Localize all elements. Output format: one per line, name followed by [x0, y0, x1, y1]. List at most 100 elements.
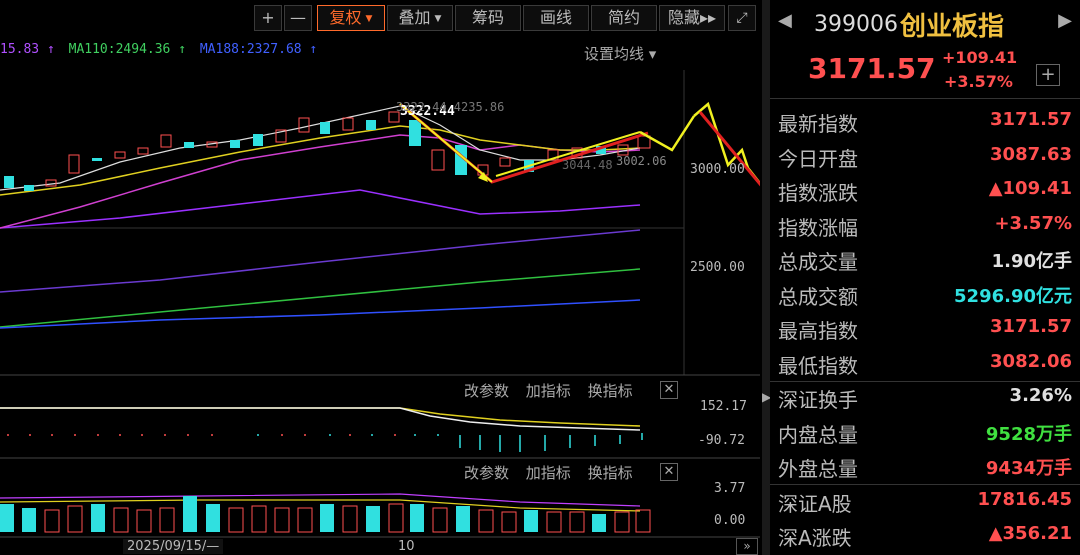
low-price-secondary-label: 3044.48: [562, 158, 613, 172]
quote-row-value: 3087.63: [990, 144, 1072, 165]
candle: [4, 176, 14, 188]
quote-row-label: 今日开盘: [778, 147, 858, 171]
volume-bar: [136, 509, 152, 533]
quote-row-value: 3171.57: [990, 109, 1072, 130]
volume-bar: [251, 505, 267, 533]
quote-row-label: 指数涨跌: [778, 181, 858, 205]
quote-row-value: +3.57%: [994, 213, 1072, 234]
price-change: +109.41: [942, 48, 1018, 67]
price-axis-label: 2500.00: [690, 260, 745, 275]
volume-bar: [546, 511, 562, 533]
add-watchlist-button[interactable]: +: [1036, 64, 1060, 86]
volume-bar: [410, 504, 424, 532]
volume-bar: [159, 507, 175, 533]
ma-line-purple: [0, 189, 641, 229]
candles: [4, 111, 651, 191]
quote-row: 最低指数 3082.06: [770, 346, 1080, 380]
candle: [184, 142, 194, 148]
quote-row-label: 最低指数: [778, 354, 858, 378]
ma-line-violet: [0, 229, 641, 293]
volume-bar: [569, 511, 585, 533]
volume-bar: [478, 509, 494, 533]
quote-row-value: ▲109.41: [988, 178, 1072, 199]
candle: [114, 151, 126, 159]
quote-row-label: 深证A股: [778, 492, 852, 516]
volume-bar: [274, 507, 290, 533]
scroll-right-icon[interactable]: »: [736, 538, 758, 555]
candle: [24, 185, 34, 191]
x-axis-label: 10: [398, 539, 415, 554]
volume-bar: [297, 507, 313, 533]
candle: [320, 122, 330, 134]
volume-bar: [113, 507, 129, 533]
quote-row-label: 深证换手: [778, 388, 858, 412]
volume-bar: [67, 505, 83, 533]
quote-row-value: 3082.06: [990, 351, 1072, 372]
indicator-bars-cyan: [459, 433, 643, 452]
volume-bar: [432, 507, 448, 533]
volume-bar: [524, 510, 538, 532]
zigzag-line: [639, 115, 696, 152]
quote-row: 指数涨幅 +3.57%: [770, 208, 1080, 242]
quote-row: 总成交量 1.90亿手: [770, 242, 1080, 276]
crosshair-date-label: 2025/09/15/—: [123, 539, 224, 554]
volume-bar: [614, 511, 630, 533]
index-code: 399006: [814, 12, 898, 37]
kline-chart-pane[interactable]: + — 复权 ▼ 叠加 ▼ 筹码 画线 简约 隐藏▸▸ ⤢ 15.83 ↑ MA11…: [0, 0, 760, 555]
quote-row-value: 3.26%: [1009, 385, 1072, 406]
quote-row: 外盘总量 9434万手: [770, 449, 1080, 483]
price-change-pct: +3.57%: [944, 72, 1013, 91]
candle: [431, 149, 445, 171]
quote-row: 深A涨跌 ▲356.21: [770, 518, 1080, 552]
price-axis-label: 3000.00: [690, 162, 745, 177]
volume-bar: [183, 496, 197, 532]
volume-bar: [342, 505, 358, 533]
volume-chart: [0, 493, 651, 533]
candle: [45, 179, 57, 187]
panel-divider[interactable]: [762, 0, 770, 555]
quote-row-label: 最新指数: [778, 112, 858, 136]
candle: [298, 117, 310, 133]
high-price-secondary-label: 3322.44 4235.86: [396, 100, 505, 114]
quote-row: 最新指数 3171.57: [770, 104, 1080, 138]
volume-bar: [91, 504, 105, 532]
ma-line-blue: [0, 299, 641, 329]
quote-row: 内盘总量 9528万手: [770, 415, 1080, 449]
candle: [253, 134, 263, 146]
indicator-line-yellow: [0, 407, 641, 427]
quote-row-label: 指数涨幅: [778, 216, 858, 240]
candle: [342, 117, 354, 131]
next-icon[interactable]: ▶: [1058, 10, 1072, 31]
quote-row: 指数涨跌 ▲109.41: [770, 173, 1080, 207]
low-price-label: 3002.06: [616, 154, 667, 168]
volume-bar: [635, 509, 651, 533]
candle: [137, 147, 149, 155]
volume-bar: [456, 506, 470, 532]
ma-line-green: [0, 268, 641, 328]
candle: [499, 157, 511, 167]
quote-row-label: 总成交量: [778, 250, 858, 274]
volume-bar: [44, 509, 60, 533]
volume-bar: [22, 508, 36, 532]
volume-bar: [320, 504, 334, 532]
candle: [68, 154, 80, 174]
previous-icon[interactable]: ◀: [778, 10, 792, 31]
quote-row-value: 17816.45: [977, 489, 1072, 510]
volume-bar: [501, 511, 517, 533]
quote-row-value: 1.90亿手: [991, 251, 1072, 272]
quote-row: 最高指数 3171.57: [770, 311, 1080, 345]
quote-row: 总成交额 5296.90亿元: [770, 277, 1080, 311]
candle: [366, 120, 376, 130]
quote-row-value: 9434万手: [985, 458, 1072, 479]
quote-row: 深证换手 3.26%: [770, 380, 1080, 414]
candle: [160, 134, 172, 148]
quote-row-value: ▲356.21: [988, 523, 1072, 544]
quote-row-value: 3171.57: [990, 316, 1072, 337]
candle: [409, 120, 421, 146]
volume-bar: [592, 514, 606, 532]
quote-row-label: 最高指数: [778, 319, 858, 343]
indicator-ticks-cyan: [257, 434, 439, 436]
index-name: 创业板指: [900, 12, 1005, 42]
quote-row-value: 5296.90亿元: [954, 286, 1072, 307]
volume-bar: [366, 506, 380, 532]
